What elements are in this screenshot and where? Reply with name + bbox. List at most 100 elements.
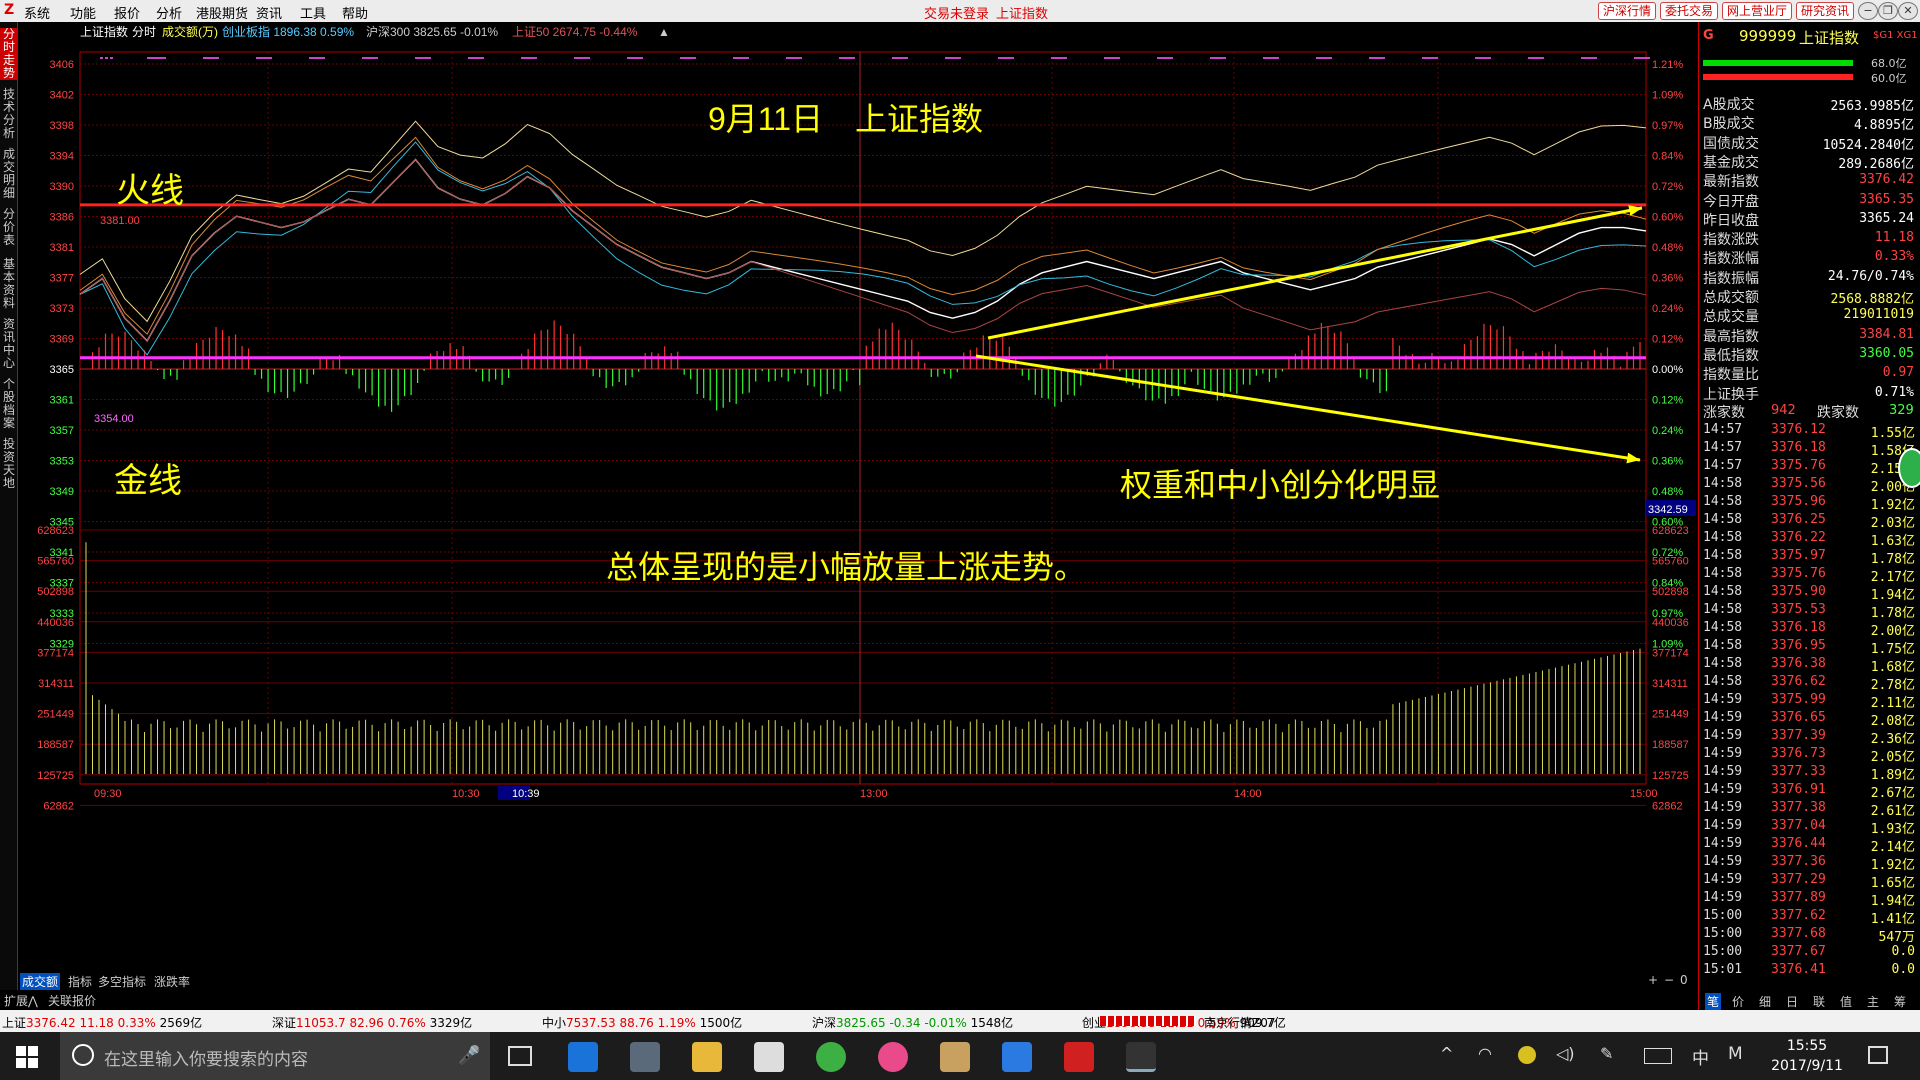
panel-tab[interactable]: 值 <box>1840 993 1852 1010</box>
gold-line-value: 3354.00 <box>94 413 134 425</box>
menu-news[interactable]: 资讯 <box>256 3 282 22</box>
pen-icon[interactable]: ✎ <box>1600 1044 1613 1063</box>
chart-volume-mode[interactable]: 成交额(万) <box>162 24 218 39</box>
side-tab-technical[interactable]: 技术分析 <box>0 88 18 140</box>
quote-label: 最高指数 <box>1703 328 1759 345</box>
feishu-icon[interactable] <box>1002 1042 1032 1072</box>
tick-time: 14:58 <box>1703 638 1743 653</box>
bank-app-icon[interactable] <box>1064 1042 1094 1072</box>
quote-value: 0.71% <box>1874 384 1914 400</box>
network-icon[interactable]: ◠ <box>1478 1044 1492 1063</box>
side-tab-profile[interactable]: 基本资料 <box>0 258 18 310</box>
volume-tick-label-right: 502898 <box>1652 586 1689 598</box>
zoom-in-icon[interactable]: + <box>1648 973 1658 987</box>
keyboard-icon[interactable] <box>1644 1048 1672 1064</box>
price-tick-label: 3373 <box>50 303 74 315</box>
panel-tab[interactable]: 细 <box>1759 993 1771 1010</box>
tray-up-icon[interactable]: ^ <box>1440 1044 1453 1063</box>
tick-time: 15:01 <box>1703 962 1743 977</box>
restore-icon[interactable]: ❐ <box>1878 2 1898 20</box>
status-index[interactable]: 深证11053.7 82.96 0.76% 3329亿 <box>272 1014 472 1031</box>
status-index[interactable]: 中小7537.53 88.76 1.19% 1500亿 <box>542 1014 742 1031</box>
tick-price: 3377.68 <box>1771 926 1826 941</box>
side-tab-price-table[interactable]: 分价表 <box>0 208 18 247</box>
menu-help[interactable]: 帮助 <box>342 3 368 22</box>
status-index[interactable]: 沪深3825.65 -0.34 -0.01% 1548亿 <box>812 1014 1013 1031</box>
annotation-title: 9月11日 上证指数 <box>708 101 983 137</box>
status-index[interactable]: 上证3376.42 11.18 0.33% 2569亿 <box>2 1014 202 1031</box>
tick-price: 3375.76 <box>1771 566 1826 581</box>
quote-label: 指数涨跌 <box>1703 232 1759 249</box>
side-tab-news[interactable]: 资讯中心 <box>0 318 18 370</box>
volume-icon[interactable]: ◁) <box>1556 1044 1575 1063</box>
trade-login-status[interactable]: 交易未登录 <box>924 3 989 22</box>
store-icon[interactable] <box>754 1042 784 1072</box>
tab-advance-ratio[interactable]: 涨跌率 <box>154 973 190 990</box>
clock-date[interactable]: 2017/9/11 <box>1766 1058 1848 1074</box>
tab-turnover[interactable]: 成交额 <box>20 973 61 990</box>
ime-indicator[interactable]: 中 <box>1692 1044 1709 1069</box>
microphone-icon[interactable]: 🎤 <box>458 1045 480 1066</box>
research-button[interactable]: 研究资讯 <box>1796 2 1854 20</box>
panel-tab[interactable]: 联 <box>1813 993 1825 1010</box>
tick-time: 14:58 <box>1703 584 1743 599</box>
tab-indicator[interactable]: 指标 <box>68 973 92 990</box>
annotation-summary: 总体呈现的是小幅放量上涨走势。 <box>606 549 1086 585</box>
package-icon[interactable] <box>940 1042 970 1072</box>
menu-function[interactable]: 功能 <box>70 3 96 22</box>
menu-system[interactable]: 系统 <box>24 3 50 22</box>
tab-long-short[interactable]: 多空指标 <box>98 973 146 990</box>
photos-icon[interactable] <box>878 1042 908 1072</box>
menu-analysis[interactable]: 分析 <box>156 3 182 22</box>
panel-tab[interactable]: 主 <box>1867 993 1879 1010</box>
tab-related-quote[interactable]: 关联报价 <box>48 992 96 1009</box>
minimize-icon[interactable]: − <box>1858 2 1878 20</box>
menu-tools[interactable]: 工具 <box>300 3 326 22</box>
online-hall-button[interactable]: 网上营业厅 <box>1722 2 1792 20</box>
clock-time[interactable]: 15:55 <box>1772 1038 1842 1054</box>
tab-extend[interactable]: 扩展⋀ <box>4 992 38 1009</box>
browser-360-icon[interactable] <box>816 1042 846 1072</box>
ime-mode-indicator[interactable]: M <box>1728 1044 1743 1064</box>
scroll-indicator[interactable] <box>1898 448 1920 488</box>
edge-icon[interactable] <box>568 1042 598 1072</box>
side-tab-details[interactable]: 成交明细 <box>0 148 18 200</box>
entrust-trade-button[interactable]: 委托交易 <box>1660 2 1718 20</box>
server-name[interactable]: 南京行情Z07 <box>1204 1014 1276 1031</box>
panel-tab[interactable]: 价 <box>1732 993 1744 1010</box>
tick-volume: 1.55亿 <box>1870 426 1915 441</box>
remote-desktop-icon[interactable] <box>630 1042 660 1072</box>
menu-hk-futures[interactable]: 港股期货 <box>196 3 248 22</box>
time-tick-label: 13:00 <box>860 788 888 800</box>
pct-tick-label: 0.84% <box>1652 151 1683 163</box>
notification-icon[interactable] <box>1868 1046 1888 1064</box>
tick-row: 14:58 3376.25 2.03亿 <box>1699 512 1920 531</box>
trading-app-icon[interactable] <box>1126 1042 1156 1072</box>
panel-tab[interactable]: 笔 <box>1705 993 1722 1010</box>
menu-quote[interactable]: 报价 <box>114 3 140 22</box>
panel-tab[interactable]: 筹 <box>1894 993 1906 1010</box>
reset-icon[interactable]: 0 <box>1680 973 1688 987</box>
panel-bottom-tabs: 笔价细日联值主筹 <box>1699 992 1920 1010</box>
hs-quote-button[interactable]: 沪深行情 <box>1598 2 1656 20</box>
tick-row: 14:58 3375.53 1.78亿 <box>1699 602 1920 621</box>
side-tab-stock-file[interactable]: 个股档案 <box>0 378 18 430</box>
side-tab-intraday[interactable]: 分时走势 <box>0 28 18 80</box>
zoom-out-icon[interactable]: − <box>1664 973 1674 987</box>
tick-volume: 2.08亿 <box>1870 714 1915 729</box>
task-view-icon[interactable] <box>508 1046 532 1066</box>
file-explorer-icon[interactable] <box>692 1042 722 1072</box>
chart-arrow-icon[interactable]: ▲ <box>658 25 670 39</box>
tray-app-icon[interactable] <box>1518 1046 1536 1064</box>
close-icon[interactable]: ✕ <box>1898 2 1918 20</box>
tick-row: 14:59 3376.91 2.67亿 <box>1699 782 1920 801</box>
tick-row: 14:59 3377.89 1.94亿 <box>1699 890 1920 909</box>
tick-price: 3375.53 <box>1771 602 1826 617</box>
chart-mode[interactable]: 分时 <box>132 25 156 39</box>
side-tab-invest[interactable]: 投资天地 <box>0 438 18 490</box>
quote-label: 总成交量 <box>1703 309 1759 326</box>
taskbar-search[interactable]: 在这里输入你要搜索的内容 🎤 <box>60 1032 490 1080</box>
intraday-chart[interactable]: 3406 1.21% 3402 1.09% 3398 0.97% 3394 0.84% 3390… <box>18 22 1698 992</box>
panel-tab[interactable]: 日 <box>1786 993 1798 1010</box>
windows-start-icon[interactable] <box>16 1046 38 1068</box>
